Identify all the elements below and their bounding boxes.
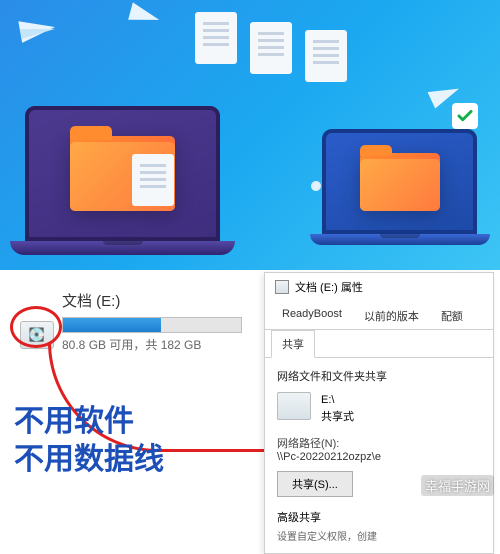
folder-icon [360, 153, 440, 211]
dialog-tabs: ReadyBoost 以前的版本 配额 [265, 301, 493, 330]
drive-panel: 文档 (E:) 💽 80.8 GB 可用，共 182 GB [20, 290, 250, 353]
slogan: 不用软件 不用数据线 [14, 403, 164, 478]
drive-title: 文档 (E:) [62, 290, 250, 311]
dialog-titlebar: 文档 (E:) 属性 [265, 273, 493, 301]
hero-illustration [0, 0, 500, 270]
tab-sharing[interactable]: 共享 [271, 330, 315, 358]
section-network-sharing: 网络文件和文件夹共享 [277, 368, 481, 384]
tab-previous-versions[interactable]: 以前的版本 [353, 302, 430, 330]
paper-plane-icon [128, 2, 162, 27]
network-path-value: \\Pc-20220212ozpz\e [277, 451, 481, 463]
advanced-sharing-label: 高级共享 [277, 509, 481, 525]
properties-dialog: 文档 (E:) 属性 ReadyBoost 以前的版本 配额 共享 网络文件和文… [264, 272, 494, 554]
network-path-label: 网络路径(N): [277, 435, 481, 451]
share-button[interactable]: 共享(S)... [277, 471, 353, 497]
watermark: 幸福手游网 [421, 475, 494, 496]
document-icon [250, 22, 292, 74]
document-icon [305, 30, 347, 82]
paper-plane-icon [18, 15, 56, 43]
dialog-title: 文档 (E:) 属性 [295, 279, 363, 295]
drive-icon[interactable]: 💽 [20, 321, 54, 349]
laptop-source [25, 106, 235, 255]
drive-icon [277, 392, 311, 420]
checkmark-icon [452, 103, 478, 129]
slogan-line-2: 不用数据线 [14, 441, 164, 479]
drive-icon [275, 280, 289, 294]
slogan-line-1: 不用软件 [14, 403, 164, 441]
share-status: 共享式 [321, 409, 354, 426]
share-name: E:\ [321, 392, 354, 409]
advanced-sharing-sub: 设置自定义权限，创建 [277, 528, 481, 543]
tab-readyboost[interactable]: ReadyBoost [271, 302, 353, 330]
storage-bar [62, 317, 242, 333]
laptop-target [322, 129, 490, 245]
document-icon [132, 154, 174, 206]
storage-text: 80.8 GB 可用，共 182 GB [62, 336, 250, 353]
document-icon [195, 12, 237, 64]
tab-quota[interactable]: 配额 [430, 302, 474, 330]
